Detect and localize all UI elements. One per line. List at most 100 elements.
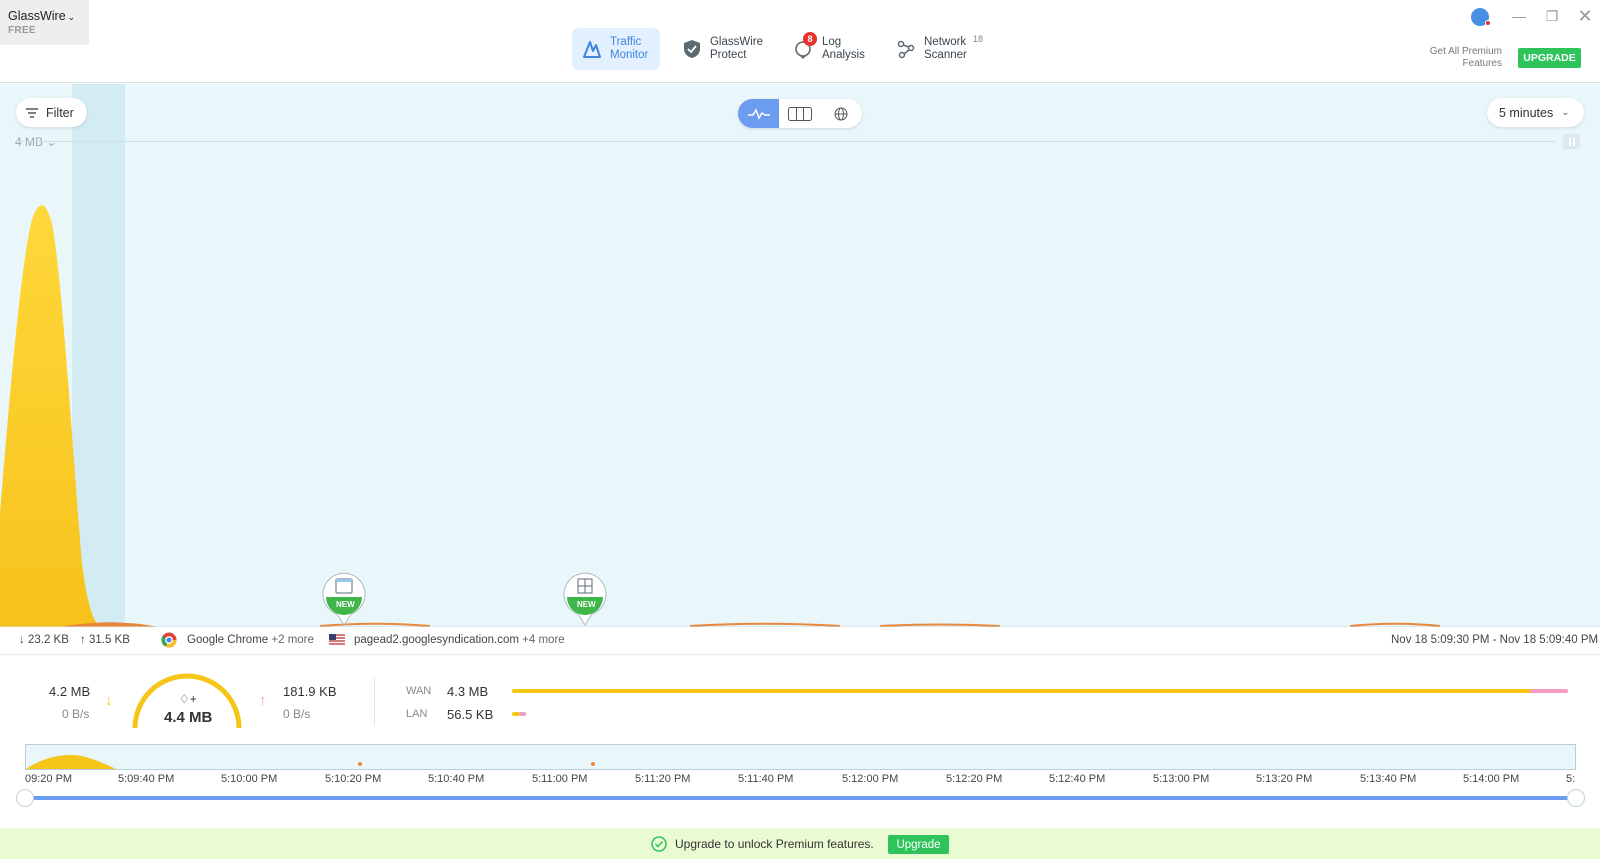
- upload-amount: 31.5 KB: [88, 634, 130, 646]
- tab-glasswire-protect[interactable]: GlassWire Protect: [673, 28, 773, 70]
- info-strip: ↓ 23.2 KB ↑ 31.5 KB Google Chrome +2 mor…: [0, 627, 1600, 655]
- time-range-select[interactable]: 5 minutes ⌄: [1487, 98, 1584, 127]
- app-link[interactable]: Google Chrome +2 more: [187, 634, 314, 646]
- graph-view-button[interactable]: [738, 99, 780, 128]
- host-more: +4 more: [522, 634, 565, 646]
- filter-icon: [26, 107, 38, 118]
- upload-arrow-icon: ↑: [259, 692, 267, 709]
- timeline-tick: 5:12:00 PM: [842, 773, 899, 785]
- bell-add-icon[interactable]: ♢+: [179, 692, 197, 706]
- wan-upload-bar: [1530, 689, 1568, 693]
- download-rate: 0 B/s: [62, 707, 90, 721]
- upgrade-button[interactable]: UPGRADE: [1518, 48, 1581, 68]
- upload-total: 181.9 KB: [283, 684, 337, 699]
- restore-icon[interactable]: ❐: [1542, 6, 1562, 26]
- timeline-tick: 5:13:40 PM: [1360, 773, 1417, 785]
- tab-label: Log Analysis: [822, 36, 865, 61]
- download-area: [0, 205, 100, 627]
- upload-arrow-icon: ↑: [80, 634, 86, 646]
- app-more: +2 more: [271, 634, 314, 646]
- time-range-text: Nov 18 5:09:30 PM - Nov 18 5:09:40 PM: [1391, 634, 1599, 646]
- download-total: 4.2 MB: [49, 684, 91, 699]
- timeline-end-handle[interactable]: [1567, 789, 1585, 807]
- timeline-tick: 5:13:20 PM: [1256, 773, 1313, 785]
- total-usage: 4.4 MB: [164, 709, 213, 726]
- divider: [374, 677, 375, 725]
- new-badge: NEW: [336, 600, 355, 609]
- top-bar: GlassWire ⌄ FREE Traffic Monitor GlassWir…: [0, 0, 1600, 83]
- banner-text: Upgrade to unlock Premium features.: [675, 837, 874, 851]
- bell-icon: 8: [794, 32, 817, 60]
- notification-badge: 8: [803, 32, 817, 46]
- timeline-tick: 5:11:00 PM: [532, 773, 588, 785]
- chrome-icon: [161, 632, 177, 651]
- chevron-down-icon: ⌄: [67, 12, 76, 22]
- timeline-tick: 5:09:40 PM: [118, 773, 175, 785]
- upload-line: [319, 622, 1441, 627]
- scale-dropdown[interactable]: 4 MB ⌄: [15, 135, 56, 149]
- check-circle-icon: [651, 836, 667, 852]
- timeline-tick: 5:12:20 PM: [946, 773, 1003, 785]
- wan-value: 4.3 MB: [447, 684, 489, 699]
- chevron-down-icon: ⌄: [1561, 107, 1570, 118]
- wan-label: WAN: [406, 685, 432, 697]
- timeline-tick: 5:14:00 PM: [1463, 773, 1520, 785]
- close-icon[interactable]: ✕: [1575, 6, 1595, 26]
- timeline-tick: 5:13:00 PM: [1153, 773, 1210, 785]
- timeline-tick: 5:10:40 PM: [428, 773, 485, 785]
- globe-view-button[interactable]: [821, 99, 862, 128]
- timeline-tick: 5:12:40 PM: [1049, 773, 1106, 785]
- traffic-graph[interactable]: Filter 5 minutes ⌄ 4 MB ⌄ NEW NEW: [0, 84, 1600, 627]
- scale-value: 4 MB: [15, 135, 44, 149]
- timeline-tick: 5:11:20 PM: [635, 773, 691, 785]
- traffic-monitor-icon: [582, 38, 602, 60]
- tab-label: Network Scanner: [924, 36, 967, 61]
- globe-icon: [834, 107, 848, 120]
- status-dot: [1485, 20, 1491, 26]
- pause-icon[interactable]: [1563, 134, 1580, 149]
- tab-label: Traffic Monitor: [610, 36, 649, 61]
- timeline-tick: 5:: [1566, 773, 1576, 785]
- lan-value: 56.5 KB: [447, 707, 494, 722]
- tab-log-analysis[interactable]: 8 Log Analysis: [784, 28, 876, 70]
- graph-line-icon: [747, 107, 770, 120]
- device-count: 18: [973, 34, 984, 44]
- new-badge: NEW: [577, 600, 596, 609]
- host-link[interactable]: pagead2.googlesyndication.com +4 more: [354, 634, 565, 646]
- timeline-start-handle[interactable]: [16, 789, 34, 807]
- lan-label: LAN: [406, 708, 428, 720]
- us-flag-icon: [329, 634, 345, 649]
- lan-upload-bar: [519, 712, 526, 716]
- app-name: GlassWire: [8, 9, 66, 23]
- view-toggle: [738, 99, 862, 128]
- upload-rate: 0 B/s: [283, 707, 311, 721]
- wan-download-bar: [512, 689, 1532, 693]
- timeline-scrollbar[interactable]: [25, 796, 1576, 800]
- time-range-value: 5 minutes: [1499, 105, 1554, 120]
- traffic-graph-canvas: [0, 205, 1600, 627]
- premium-text: Get All Premium Features: [1429, 46, 1502, 69]
- timeline-tick: 5:10:00 PM: [221, 773, 278, 785]
- timeline-tick: 5:11:40 PM: [738, 773, 794, 785]
- network-scanner-icon: [896, 38, 916, 60]
- usage-view-button[interactable]: [779, 99, 820, 128]
- download-arrow-icon: ↓: [19, 634, 25, 646]
- banner-upgrade-button[interactable]: Upgrade: [888, 835, 949, 854]
- timeline-overview[interactable]: [25, 744, 1576, 770]
- filter-button[interactable]: Filter: [16, 98, 87, 127]
- tab-network-scanner[interactable]: Network Scanner: [886, 28, 974, 70]
- shield-icon: [683, 38, 702, 60]
- app-tier: FREE: [8, 25, 36, 36]
- timeline-minigraph: [26, 755, 595, 769]
- upgrade-banner: Upgrade to unlock Premium features. Upgr…: [0, 828, 1600, 859]
- timeline-tick: 5:10:20 PM: [325, 773, 382, 785]
- new-app-marker[interactable]: NEW: [321, 570, 367, 626]
- filter-label: Filter: [46, 105, 74, 120]
- columns-icon: [787, 106, 812, 121]
- tab-traffic-monitor[interactable]: Traffic Monitor: [572, 28, 660, 70]
- new-app-marker[interactable]: NEW: [562, 570, 608, 626]
- minimize-icon[interactable]: —: [1509, 6, 1529, 26]
- app-menu[interactable]: GlassWire ⌄ FREE: [0, 0, 89, 45]
- tab-label: GlassWire Protect: [709, 36, 763, 61]
- download-amount: 23.2 KB: [27, 634, 69, 646]
